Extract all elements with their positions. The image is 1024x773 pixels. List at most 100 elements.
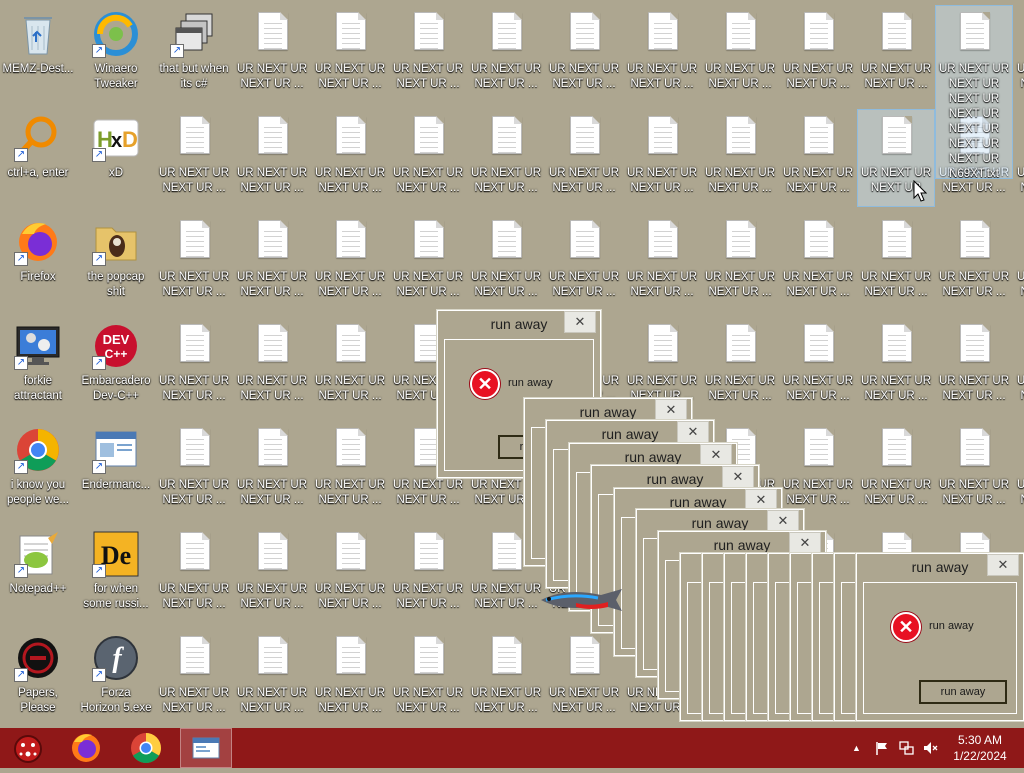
error-dialog[interactable]: run away✕✕run awayrun away — [856, 553, 1024, 721]
text-file-icon[interactable]: UR NEXT UR NEXT UR ... — [702, 110, 778, 206]
text-file-icon[interactable]: UR NEXT UR NEXT UR ... — [1014, 318, 1024, 414]
text-file-icon[interactable]: UR NEXT UR NEXT UR ... — [390, 526, 466, 622]
text-file-icon[interactable]: UR NEXT UR NEXT UR ... — [312, 630, 388, 726]
close-button[interactable]: ✕ — [677, 421, 709, 443]
desktop-icon-forkie[interactable]: ↗ forkie attractant — [0, 318, 76, 414]
text-file-icon[interactable]: UR NEXT UR NEXT UR ... — [858, 318, 934, 414]
text-file-icon[interactable]: UR NEXT UR NEXT UR ... — [156, 318, 232, 414]
text-file-icon[interactable]: UR NEXT UR NEXT UR ... — [936, 214, 1012, 310]
close-button[interactable]: ✕ — [564, 311, 596, 333]
text-document-icon — [258, 428, 288, 466]
close-button[interactable]: ✕ — [987, 554, 1019, 576]
action-center-flag-icon[interactable] — [874, 740, 890, 756]
text-file-icon[interactable]: UR NEXT UR NEXT UR ... — [312, 422, 388, 518]
text-file-icon[interactable]: UR NEXT UR NEXT UR ... — [936, 422, 1012, 518]
desktop-icon-chrome[interactable]: ↗ i know you people we... — [0, 422, 76, 518]
text-file-icon[interactable]: UR NEXT UR NEXT UR ... — [1014, 110, 1024, 206]
close-button[interactable]: ✕ — [700, 444, 732, 466]
text-file-icon[interactable]: UR NEXT UR NEXT UR ... — [156, 526, 232, 622]
text-file-icon[interactable]: UR NEXT UR NEXT UR ... — [780, 110, 856, 206]
text-file-icon[interactable]: UR NEXT UR NEXT UR ... — [936, 318, 1012, 414]
text-file-icon[interactable]: UR NEXT UR NEXT UR ... — [546, 110, 622, 206]
text-file-icon[interactable]: UR NEXT UR NEXT UR ... — [624, 214, 700, 310]
show-hidden-icons-icon[interactable]: ▲ — [852, 728, 864, 768]
text-file-icon-art — [170, 114, 218, 162]
text-file-icon[interactable]: UR NEXT UR NEXT UR ... — [780, 214, 856, 310]
text-file-icon[interactable]: UR NEXT UR NEXT UR ... — [234, 630, 310, 726]
text-document-icon — [336, 220, 366, 258]
text-file-icon[interactable]: UR NEXT UR NEXT UR ... — [312, 526, 388, 622]
text-file-icon[interactable]: UR NEXT UR NEXT UR ... — [234, 214, 310, 310]
desktop-icon-popcap[interactable]: ↗ the popcap shit — [78, 214, 154, 310]
clock[interactable]: 5:30 AM 1/22/2024 — [946, 732, 1014, 764]
close-button[interactable]: ✕ — [767, 510, 799, 532]
text-file-icon[interactable]: UR NEXT UR NEXT UR ... — [312, 214, 388, 310]
text-file-icon[interactable]: UR NEXT UR NEXT UR ... — [1014, 422, 1024, 518]
text-file-icon[interactable]: UR NEXT UR NEXT UR ... — [468, 214, 544, 310]
desktop-icon-devcpp[interactable]: DEV C++ ↗ Embarcadero Dev-C++ — [78, 318, 154, 414]
text-file-icon[interactable]: UR NEXT UR NEXT UR ... — [234, 110, 310, 206]
text-file-icon-selected[interactable]: UR NEXT UR NEXT UR NEXT UR NEXT UR NEXT … — [935, 5, 1013, 180]
text-file-icon[interactable]: UR NEXT UR NEXT UR ... — [234, 318, 310, 414]
text-file-icon[interactable]: UR NEXT UR NEXT UR ... — [390, 214, 466, 310]
taskbar-firefox-button[interactable] — [60, 728, 112, 768]
close-button[interactable]: ✕ — [655, 399, 687, 421]
desktop-icon-thatbut[interactable]: ↗ that but when its c# — [156, 6, 232, 102]
network-icon[interactable] — [898, 740, 914, 756]
text-file-icon[interactable]: UR NEXT UR NEXT UR ... — [390, 630, 466, 726]
taskbar-memz-button[interactable] — [2, 728, 54, 768]
desktop-icon-winaero[interactable]: ↗ Winaero Tweaker — [78, 6, 154, 102]
text-file-icon[interactable]: UR NEXT UR NEXT UR ... — [468, 110, 544, 206]
desktop-icon-hxd[interactable]: Hx D ↗ xD — [78, 110, 154, 206]
desktop-icon-notepadpp[interactable]: ↗ Notepad++ — [0, 526, 76, 622]
text-file-icon[interactable]: UR NEXT UR NEXT UR ... — [546, 630, 622, 726]
text-file-icon[interactable]: UR NEXT UR NEXT UR ... — [546, 214, 622, 310]
text-file-icon[interactable]: UR NEXT UR NEXT UR ... — [156, 110, 232, 206]
taskbar-chrome-button[interactable] — [120, 728, 172, 768]
text-file-icon[interactable]: UR NEXT UR NEXT UR ... — [1014, 214, 1024, 310]
text-file-icon[interactable]: UR NEXT UR NEXT UR ... — [156, 630, 232, 726]
desktop-icon-papers[interactable]: ↗ Papers, Please — [0, 630, 76, 726]
desktop-icon-thatbut-art: ↗ — [170, 10, 218, 58]
dialog-button[interactable]: run away — [919, 680, 1007, 704]
text-file-icon[interactable]: UR NEXT UR NEXT UR ... — [702, 214, 778, 310]
icon-label: UR NEXT UR NEXT UR ... — [938, 271, 1010, 298]
close-button[interactable]: ✕ — [745, 489, 777, 511]
text-file-icon[interactable]: UR NEXT UR NEXT UR ... — [468, 6, 544, 102]
text-file-icon[interactable]: UR NEXT UR NEXT UR ... — [234, 422, 310, 518]
text-file-icon[interactable]: UR NEXT UR NEXT UR ... — [624, 110, 700, 206]
text-file-icon[interactable]: UR NEXT UR NEXT UR ... — [780, 318, 856, 414]
text-file-icon[interactable]: UR NEXT UR NEXT UR ... — [468, 630, 544, 726]
text-file-icon[interactable]: UR NEXT UR NEXT UR ... — [624, 6, 700, 102]
close-button[interactable]: ✕ — [789, 532, 821, 554]
text-file-icon[interactable]: UR NEXT UR NEXT UR ... — [312, 318, 388, 414]
text-file-icon[interactable]: UR NEXT UR NEXT UR ... — [156, 422, 232, 518]
close-button[interactable]: ✕ — [722, 466, 754, 488]
text-file-icon[interactable]: UR NEXT UR NEXT UR ... — [234, 6, 310, 102]
volume-muted-icon[interactable] — [922, 740, 938, 756]
text-file-icon[interactable]: UR NEXT UR NEXT UR ... — [312, 6, 388, 102]
text-file-icon[interactable]: UR NEXT UR NEXT UR ... — [858, 214, 934, 310]
desktop-icon-firefox[interactable]: ↗ Firefox — [0, 214, 76, 310]
text-document-icon — [804, 428, 834, 466]
text-file-icon[interactable]: UR NEXT UR NEXT UR ... — [390, 6, 466, 102]
text-file-icon[interactable]: UR NEXT UR NEXT UR ... — [156, 214, 232, 310]
text-file-icon[interactable]: UR NEXT UR NEXT UR ... — [858, 422, 934, 518]
desktop-icon-endermanch[interactable]: ↗ Endermanc... — [78, 422, 154, 518]
text-file-icon-art — [404, 218, 452, 266]
text-file-icon[interactable]: UR NEXT UR NEXT UR ... — [234, 526, 310, 622]
text-file-icon[interactable]: UR NEXT UR NEXT UR ... — [312, 110, 388, 206]
desktop-icon-recycle[interactable]: MEMZ-Dest... — [0, 6, 76, 102]
taskbar-app-button[interactable] — [180, 728, 232, 768]
desktop-icon-forza[interactable]: f ↗ Forza Horizon 5.exe — [78, 630, 154, 726]
text-file-icon[interactable]: UR NEXT UR NEXT UR ... — [390, 110, 466, 206]
text-file-icon[interactable]: UR NEXT UR NEXT UR ... — [780, 6, 856, 102]
text-file-icon[interactable]: UR NEXT UR NEXT UR ... — [546, 6, 622, 102]
text-file-icon[interactable]: UR NEXT UR NEXT UR ... — [702, 6, 778, 102]
text-file-icon[interactable]: UR NEXT UR NEXT UR ... — [702, 318, 778, 414]
text-file-icon[interactable]: UR NEXT UR NEXT UR ... — [858, 6, 934, 102]
text-file-icon[interactable]: UR NEXT UR NEXT UR ... — [780, 422, 856, 518]
text-file-icon[interactable]: UR NEXT UR NEXT UR ... — [1014, 6, 1024, 102]
desktop-icon-ctrla[interactable]: ↗ ctrl+a, enter — [0, 110, 76, 206]
desktop-icon-forwhen[interactable]: De ↗ for when some russi... — [78, 526, 154, 622]
